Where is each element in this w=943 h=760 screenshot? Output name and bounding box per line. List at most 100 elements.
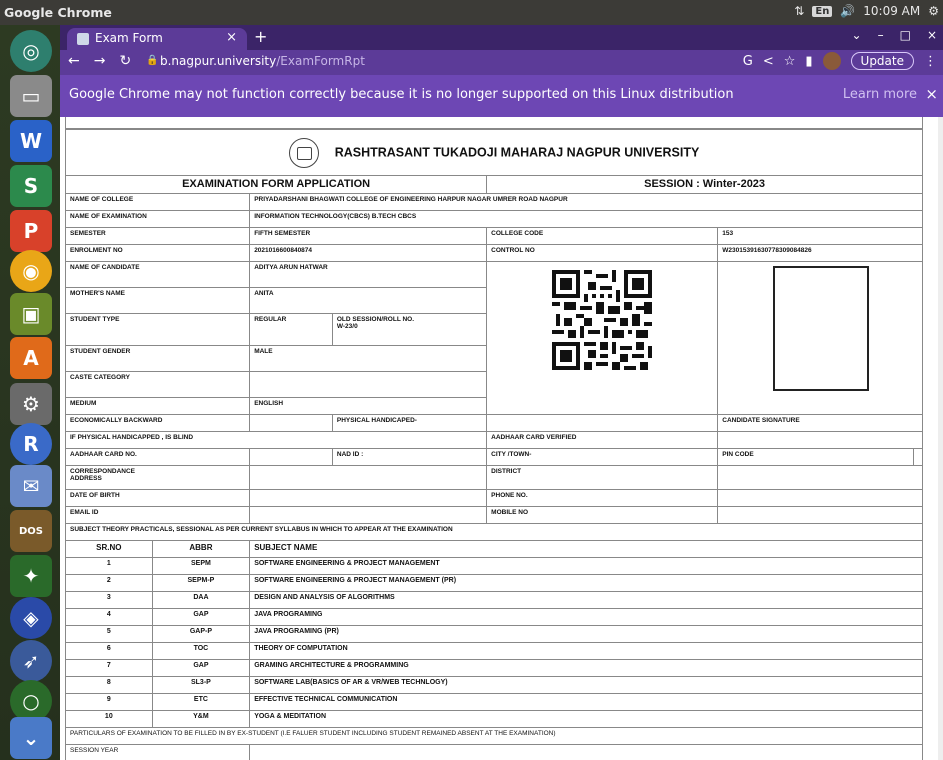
ubuntu-dash-icon[interactable]: ◎ (10, 30, 52, 72)
app-launcher-blue-icon[interactable]: ◈ (10, 597, 52, 639)
row-ex-student-caption: PARTICULARS OF EXAMINATION TO BE FILLED … (65, 727, 923, 745)
maximize-icon[interactable]: □ (900, 28, 911, 42)
minimize-icon[interactable]: – (878, 28, 884, 42)
row-subjects-caption: SUBJECT THEORY PRACTICALS, SESSIONAL AS … (65, 523, 923, 541)
new-tab-button[interactable]: + (254, 27, 267, 46)
tab-title: Exam Form (95, 31, 163, 45)
form-heading: EXAMINATION FORM APPLICATION (64, 175, 488, 194)
value-email (249, 506, 488, 524)
subject-abbr: GAP (151, 608, 251, 626)
page-content: RASHTRASANT TUKADOJI MAHARAJ NAGPUR UNIV… (60, 117, 943, 760)
value-phone (717, 489, 923, 507)
writer-icon[interactable]: W (10, 120, 52, 162)
subject-row: 9 ETC EFFECTIVE TECHNICAL COMMUNICATION (65, 693, 923, 711)
label-aadhaar-no: AADHAAR CARD NO. (64, 448, 251, 466)
subject-sr-no: 3 (65, 591, 153, 609)
label-gender: STUDENT GENDER (64, 345, 251, 372)
infobar-close-icon[interactable]: × (925, 85, 938, 103)
tab-exam-form[interactable]: Exam Form × (67, 28, 247, 50)
value-enrolment: 2021016600840874 (249, 244, 488, 262)
value-semester: FIFTH SEMESTER (249, 227, 488, 245)
app-launcher-green-icon[interactable]: ○ (10, 680, 52, 722)
software-center-icon[interactable]: A (10, 337, 52, 379)
value-caste (249, 371, 488, 398)
header-sr-no: SR.NO (65, 540, 153, 558)
subject-abbr: TOC (151, 642, 251, 660)
university-header-row: RASHTRASANT TUKADOJI MAHARAJ NAGPUR UNIV… (65, 129, 923, 176)
subject-row: 6 TOC THEORY OF COMPUTATION (65, 642, 923, 660)
subject-name: YOGA & MEDITATION (249, 710, 923, 728)
label-corr-address: CORRESPONDANCE ADDRESS (64, 465, 251, 490)
label-if-handicapped: IF PHYSICAL HANDICAPPED , IS BLIND (64, 431, 488, 449)
reload-icon[interactable]: ↻ (119, 53, 131, 69)
system-settings-icon[interactable]: ⚙ (10, 383, 52, 425)
side-panel-icon[interactable]: ▮ (805, 54, 812, 69)
qr-code (552, 270, 653, 370)
value-mobile (717, 506, 923, 524)
tab-close-icon[interactable]: × (226, 30, 237, 45)
header-subject-name: SUBJECT NAME (249, 540, 923, 558)
value-eco-backward (249, 414, 333, 432)
mail-icon[interactable]: ✉ (10, 465, 52, 507)
subject-abbr: GAP (151, 659, 251, 677)
label-candidate: NAME OF CANDIDATE (64, 261, 251, 288)
label-city: CITY /TOWN- (486, 448, 719, 466)
share-icon[interactable]: < (763, 54, 774, 69)
subject-row: 7 GAP GRAMING ARCHITECTURE & PROGRAMMING (65, 659, 923, 677)
network-icon[interactable]: ⇅ (794, 4, 804, 18)
subject-name: GRAMING ARCHITECTURE & PROGRAMMING (249, 659, 923, 677)
app-launcher-red-icon[interactable]: ✦ (10, 555, 52, 597)
tab-search-chevron-icon[interactable]: ⌄ (852, 28, 862, 42)
settings-gear-icon[interactable]: ⚙ (928, 4, 939, 18)
address-bar[interactable]: 🔒 b.nagpur.university/ExamFormRpt (140, 52, 740, 72)
subject-name: JAVA PROGRAMING (249, 608, 923, 626)
label-email: EMAIL ID (64, 506, 251, 524)
tab-strip: Exam Form × + ⌄ – □ × (60, 25, 943, 50)
google-lens-icon[interactable]: G (743, 54, 753, 69)
presentation-icon[interactable]: P (10, 210, 52, 252)
label-semester: SEMESTER (64, 227, 251, 245)
ubuntu-launcher: ◎ ▭ W S P ◉ ▣ A ⚙ R ✉ DOS ✦ ◈ ➶ ○ ⌄ (0, 25, 60, 760)
label-control: CONTROL NO (486, 244, 719, 262)
infobar-message: Google Chrome may not function correctly… (69, 87, 734, 102)
value-aadhaar-no (249, 448, 333, 466)
lock-icon[interactable]: 🔒 (146, 55, 158, 66)
bookmark-star-icon[interactable]: ☆ (784, 54, 796, 69)
row-session-year: SESSION YEAR (64, 744, 923, 760)
page-favicon-icon (77, 33, 89, 45)
subject-row: 2 SEPM-P SOFTWARE ENGINEERING & PROJECT MA… (65, 574, 923, 592)
row-if-handicapped: IF PHYSICAL HANDICAPPED , IS BLIND AADHA… (64, 431, 923, 449)
label-enrolment: ENROLMENT NO (64, 244, 251, 262)
page-scrollbar[interactable] (938, 117, 943, 760)
label-student-type: STUDENT TYPE (64, 313, 251, 346)
system-top-bar: Google Chrome ⇅ En 🔊 10:09 AM ⚙ (0, 0, 943, 25)
subject-sr-no: 2 (65, 574, 153, 592)
update-button[interactable]: Update (850, 52, 914, 70)
back-icon[interactable]: ← (68, 53, 80, 69)
clock[interactable]: 10:09 AM (863, 4, 920, 18)
spreadsheet-icon[interactable]: S (10, 165, 52, 207)
image-viewer-icon[interactable]: ▣ (10, 293, 52, 335)
label-pin: PIN CODE (717, 448, 914, 466)
subject-row: 1 SEPM SOFTWARE ENGINEERING & PROJECT MANA… (65, 557, 923, 575)
subject-sr-no: 5 (65, 625, 153, 643)
label-mother: MOTHER'S NAME (64, 287, 251, 314)
subject-abbr: ETC (151, 693, 251, 711)
volume-icon[interactable]: 🔊 (840, 4, 855, 18)
value-student-type: REGULAR (249, 313, 333, 346)
qr-code-cell (486, 261, 719, 415)
keyboard-layout-indicator[interactable]: En (812, 5, 833, 17)
learn-more-link[interactable]: Learn more (843, 87, 917, 102)
forward-icon[interactable]: → (94, 53, 106, 69)
chrome-icon[interactable]: ◉ (10, 250, 52, 292)
r-studio-icon[interactable]: R (10, 423, 52, 465)
profile-avatar[interactable] (822, 52, 841, 70)
files-icon[interactable]: ▭ (10, 75, 52, 117)
app-launcher-bottom-icon[interactable]: ⌄ (10, 717, 52, 759)
subject-sr-no: 1 (65, 557, 153, 575)
more-menu-icon[interactable]: ⋮ (924, 54, 937, 69)
close-window-icon[interactable]: × (927, 28, 937, 42)
dosbox-icon[interactable]: DOS (10, 510, 52, 552)
value-mother: ANITA (249, 287, 488, 314)
app-launcher-bird-icon[interactable]: ➶ (10, 640, 52, 682)
